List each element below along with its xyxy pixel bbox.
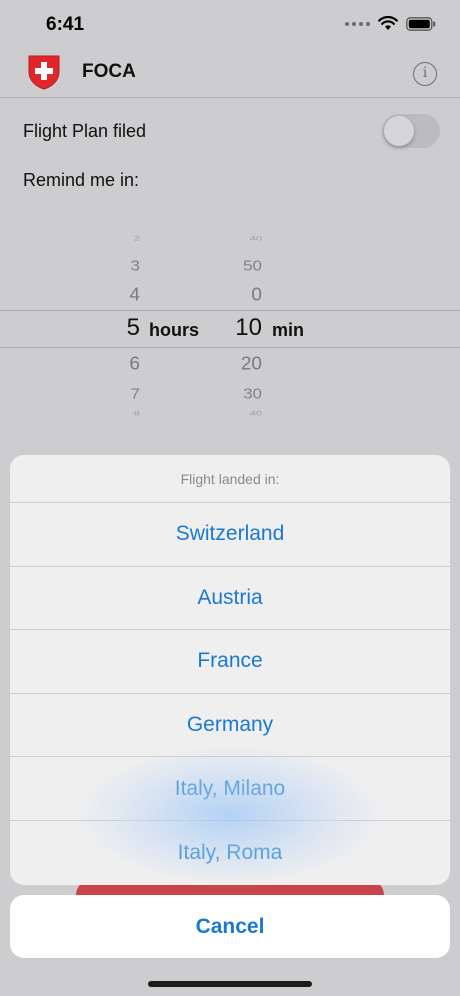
picker-minute-value[interactable]: 30 xyxy=(243,386,262,403)
picker-minute-value[interactable]: 20 xyxy=(241,355,262,376)
picker-minute-value-selected[interactable]: 10 xyxy=(235,314,262,342)
picker-selection-band xyxy=(0,310,460,348)
picker-hour-value-selected[interactable]: 5 xyxy=(127,314,140,342)
picker-hour-value[interactable]: 3 xyxy=(131,258,140,275)
picker-hour-value[interactable]: 4 xyxy=(129,286,140,307)
battery-icon xyxy=(406,16,436,31)
action-sheet: Flight landed in: Switzerland Austria Fr… xyxy=(10,455,450,885)
status-icons xyxy=(345,16,436,31)
flight-plan-toggle[interactable] xyxy=(382,114,440,148)
swiss-shield-logo-icon xyxy=(28,55,60,90)
picker-hour-value[interactable]: 6 xyxy=(129,355,140,376)
status-time: 6:41 xyxy=(46,14,85,35)
picker-minute-value[interactable]: 40 xyxy=(250,411,262,418)
minutes-unit-label: min xyxy=(272,320,305,340)
option-france[interactable]: France xyxy=(10,630,450,694)
app-title: FOCA xyxy=(82,61,136,82)
app-screen: 6:41 FOCA i Flight Plan filed Remind me … xyxy=(0,0,460,996)
option-switzerland[interactable]: Switzerland xyxy=(10,503,450,567)
flight-plan-label: Flight Plan filed xyxy=(23,121,147,141)
home-indicator xyxy=(148,981,312,987)
action-sheet-header: Flight landed in: xyxy=(10,455,450,503)
status-bar: 6:41 xyxy=(0,0,460,46)
option-italy-milano[interactable]: Italy, Milano xyxy=(10,757,450,821)
option-austria[interactable]: Austria xyxy=(10,567,450,631)
info-button[interactable]: i xyxy=(413,62,437,86)
nav-bar: FOCA i xyxy=(0,46,460,98)
wifi-icon xyxy=(378,16,398,30)
toggle-knob xyxy=(384,116,414,146)
option-italy-roma[interactable]: Italy, Roma xyxy=(10,821,450,885)
picker-minute-value[interactable]: 50 xyxy=(243,258,262,275)
action-sheet-options: Switzerland Austria France Germany Italy… xyxy=(10,503,450,885)
option-germany[interactable]: Germany xyxy=(10,694,450,758)
hours-unit-label: hours xyxy=(149,320,200,340)
remind-label: Remind me in: xyxy=(23,170,140,190)
cancel-button[interactable]: Cancel xyxy=(10,895,450,958)
picker-hour-value[interactable]: 2 xyxy=(134,236,140,243)
picker-minute-value[interactable]: 0 xyxy=(251,286,262,307)
picker-hour-value[interactable]: 7 xyxy=(131,386,140,403)
picker-hour-value[interactable]: 8 xyxy=(134,411,140,418)
picker-minute-value[interactable]: 40 xyxy=(250,236,262,243)
signal-icon xyxy=(345,21,370,26)
reminder-time-picker[interactable]: 2 3 4 5 6 7 8 40 50 0 10 20 30 40 hours min xyxy=(0,228,460,428)
